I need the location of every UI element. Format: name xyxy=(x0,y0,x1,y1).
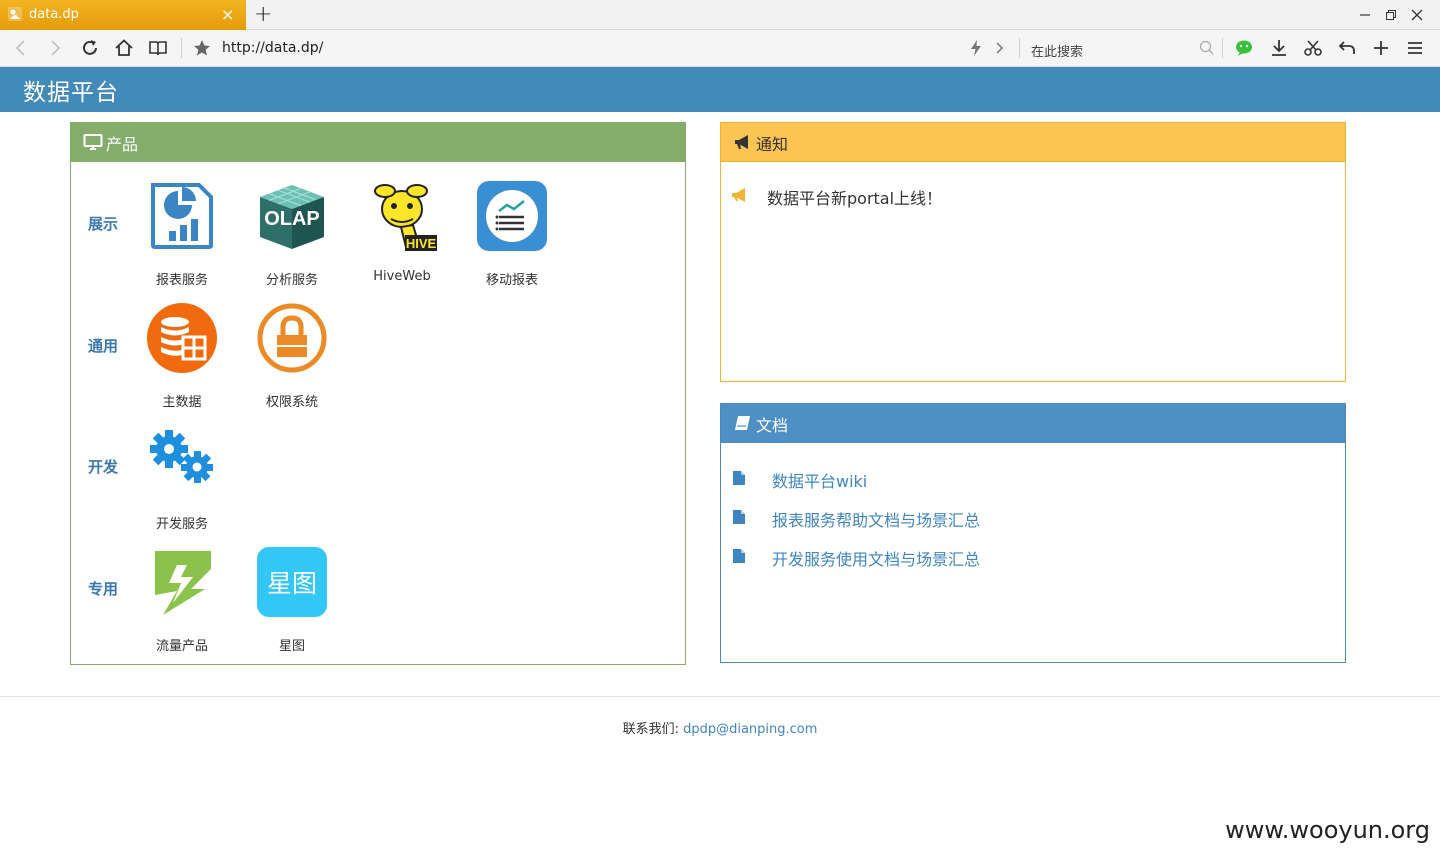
tab-title: data.dp xyxy=(29,7,79,22)
docs-panel-header: 文档 xyxy=(721,404,1345,443)
scissors-icon[interactable] xyxy=(1303,38,1323,58)
bookmark-star-icon[interactable] xyxy=(192,38,212,58)
mobile-report-icon xyxy=(477,181,547,251)
row-label-display: 展示 xyxy=(88,215,119,233)
product-traffic[interactable]: 流量产品 xyxy=(127,547,237,654)
product-caption: 移动报表 xyxy=(485,273,538,288)
product-caption: 开发服务 xyxy=(155,517,208,532)
undo-icon[interactable] xyxy=(1337,38,1357,58)
product-caption: 流量产品 xyxy=(155,639,208,654)
megaphone-icon xyxy=(735,135,748,149)
file-icon xyxy=(733,510,745,524)
product-caption: 主数据 xyxy=(162,395,202,410)
notice-text: 数据平台新portal上线！ xyxy=(767,189,943,208)
reader-icon[interactable] xyxy=(148,38,168,58)
app-header: 数据平台 xyxy=(0,67,1440,112)
close-window-icon[interactable] xyxy=(1411,9,1423,21)
footer: 联系我们: dpdp@dianping.com xyxy=(0,718,1440,737)
traffic-bolt-icon xyxy=(155,551,211,615)
olap-cube-icon: OLAP xyxy=(260,185,324,249)
doc-link-text[interactable]: 数据平台wiki xyxy=(772,468,867,492)
notice-panel-header: 通知 xyxy=(721,123,1345,162)
minimize-icon[interactable] xyxy=(1359,9,1371,21)
master-data-icon xyxy=(147,303,217,373)
back-icon[interactable] xyxy=(11,38,31,58)
gears-icon xyxy=(150,430,213,483)
file-icon xyxy=(733,549,745,563)
reload-icon[interactable] xyxy=(80,38,100,58)
row-label-special: 专用 xyxy=(88,580,119,598)
doc-link-text[interactable]: 报表服务帮助文档与场景汇总 xyxy=(772,507,980,531)
search-input[interactable]: 在此搜索 xyxy=(1031,41,1083,60)
address-bar[interactable]: http://data.dp/ xyxy=(222,40,323,56)
browser-tab[interactable]: data.dp × xyxy=(0,0,246,30)
doc-link-text[interactable]: 开发服务使用文档与场景汇总 xyxy=(772,546,980,570)
brand-title[interactable]: 数据平台 xyxy=(23,73,119,107)
wechat-icon[interactable] xyxy=(1235,38,1255,58)
chevron-right-icon[interactable] xyxy=(990,38,1010,58)
forward-icon[interactable] xyxy=(45,38,65,58)
notice-panel-title: 通知 xyxy=(756,135,789,154)
browser-tab-bar: data.dp × + xyxy=(0,0,1440,30)
file-icon xyxy=(733,471,745,485)
download-icon[interactable] xyxy=(1269,38,1289,58)
product-report-service[interactable]: 报表服务 xyxy=(127,181,237,288)
product-caption: HiveWeb xyxy=(373,269,431,284)
menu-icon[interactable] xyxy=(1405,38,1425,58)
footer-email-link[interactable]: dpdp@dianping.com xyxy=(683,722,817,737)
hive-label: HIVE xyxy=(406,236,437,251)
row-label-develop: 开发 xyxy=(88,458,119,476)
product-caption: 星图 xyxy=(278,639,305,654)
search-icon[interactable] xyxy=(1197,38,1217,58)
home-icon[interactable] xyxy=(114,38,134,58)
book-icon xyxy=(735,416,750,430)
product-master-data[interactable]: 主数据 xyxy=(127,303,237,410)
products-panel-title: 产品 xyxy=(106,135,139,154)
add-icon[interactable] xyxy=(1371,38,1391,58)
products-panel: 产品 展示 报表服务 OLAP 分析服务 HIVE HiveWeb 移动报表 通… xyxy=(70,122,686,665)
lock-icon xyxy=(257,303,327,373)
product-permission-system[interactable]: 权限系统 xyxy=(237,303,347,410)
footer-contact-label: 联系我们: xyxy=(622,722,684,737)
restore-icon[interactable] xyxy=(1385,9,1397,21)
product-hiveweb[interactable]: HIVE HiveWeb xyxy=(347,181,457,284)
product-mobile-report[interactable]: 移动报表 xyxy=(457,181,567,288)
xingtu-icon: 星图 xyxy=(257,547,327,617)
product-analysis-service[interactable]: OLAP 分析服务 xyxy=(237,181,347,288)
docs-panel-title: 文档 xyxy=(756,416,789,435)
new-tab-button[interactable]: + xyxy=(254,2,272,27)
product-caption: 分析服务 xyxy=(265,273,318,288)
monitor-icon xyxy=(83,134,103,150)
tab-close-icon[interactable]: × xyxy=(221,5,234,24)
product-caption: 权限系统 xyxy=(265,395,318,410)
row-label-common: 通用 xyxy=(88,337,119,355)
product-caption: 报表服务 xyxy=(155,273,208,288)
favicon-icon xyxy=(8,7,22,21)
watermark: www.wooyun.org xyxy=(1225,816,1430,844)
olap-label: OLAP xyxy=(264,208,320,230)
lightning-icon[interactable] xyxy=(966,38,986,58)
products-panel-header: 产品 xyxy=(71,123,685,162)
xingtu-label: 星图 xyxy=(267,569,317,598)
notice-panel: 通知 数据平台新portal上线！ xyxy=(720,122,1346,382)
hive-bee-icon: HIVE xyxy=(374,184,437,253)
docs-panel: 文档 数据平台wiki 报表服务帮助文档与场景汇总 开发服务使用文档与场景汇总 xyxy=(720,403,1346,663)
product-xingtu[interactable]: 星图 星图 xyxy=(237,547,347,654)
megaphone-icon xyxy=(732,188,745,202)
footer-divider xyxy=(0,696,1440,697)
report-chart-icon xyxy=(151,183,213,249)
browser-toolbar: http://data.dp/ 在此搜索 xyxy=(0,30,1440,67)
product-dev-service[interactable]: 开发服务 xyxy=(127,425,237,532)
